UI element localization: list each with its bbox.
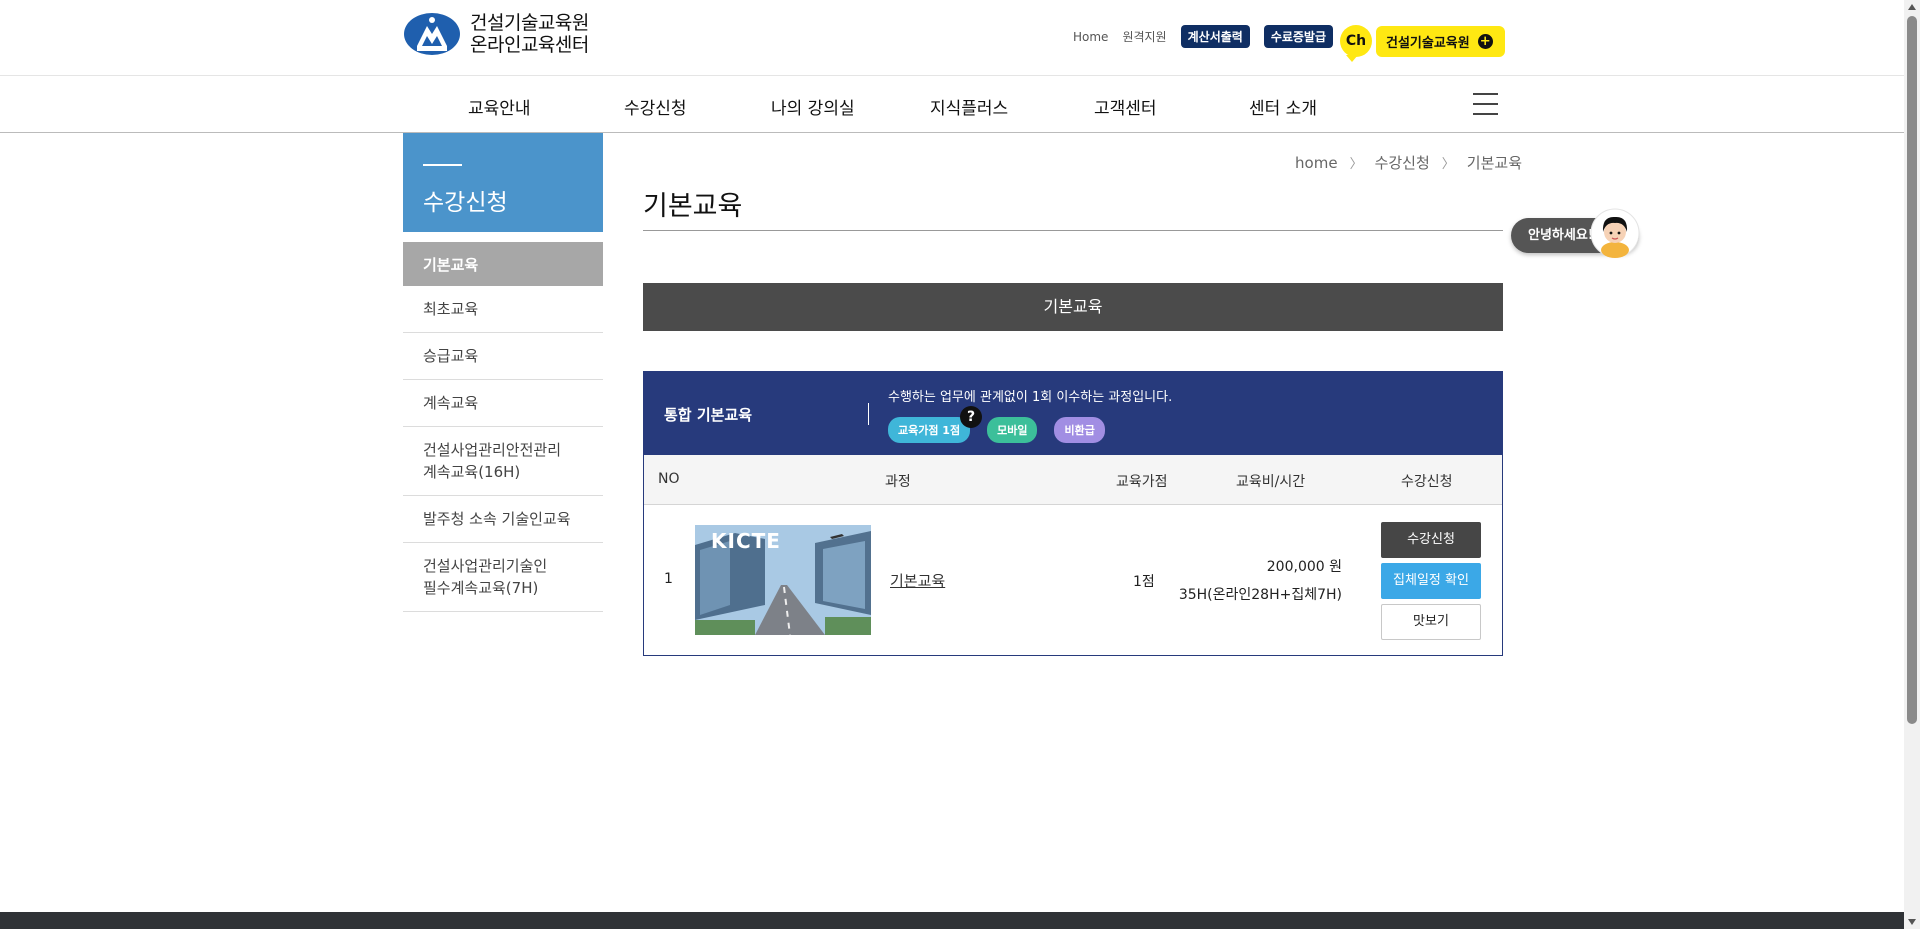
- nav-item-about[interactable]: 센터 소개: [1249, 94, 1317, 119]
- column-course: 과정: [885, 474, 911, 490]
- column-enroll: 수강신청: [1401, 474, 1453, 490]
- sidebar-item-safety-continuing[interactable]: 건설사업관리안전관리 계속교육(16H): [403, 427, 603, 496]
- nav-item-knowledge-plus[interactable]: 지식플러스: [930, 94, 1008, 119]
- hamburger-menu-icon[interactable]: [1473, 93, 1498, 115]
- main-nav: 교육안내 수강신청 나의 강의실 지식플러스 고객센터 센터 소개: [0, 77, 1904, 133]
- nav-item-customer-center[interactable]: 고객센터: [1094, 94, 1157, 119]
- course-tags: 교육가점 1점 ? 모바일 비환급: [888, 406, 1122, 443]
- sidebar-item-basic[interactable]: 기본교육: [403, 242, 603, 286]
- breadcrumb-home[interactable]: home: [1295, 154, 1338, 172]
- course-points: 1점: [1133, 574, 1155, 590]
- chevron-right-icon: 〉: [1441, 157, 1455, 172]
- sidebar-item-promotion[interactable]: 승급교육: [403, 333, 603, 380]
- row-number: 1: [664, 571, 673, 587]
- course-description: 수행하는 업무에 관계없이 1회 이수하는 과정입니다.: [888, 390, 1173, 405]
- column-fee-hours: 교육비/시간: [1236, 474, 1306, 490]
- chevron-right-icon: 〉: [1349, 157, 1363, 172]
- home-link[interactable]: Home: [1073, 30, 1108, 44]
- preview-button[interactable]: 맛보기: [1381, 604, 1481, 640]
- sidebar-item-mandatory-continuing[interactable]: 건설사업관리기술인 필수계속교육(7H): [403, 543, 603, 612]
- enroll-button[interactable]: 수강신청: [1381, 522, 1481, 558]
- tag-points-label: 교육가점 1점: [898, 424, 961, 437]
- chatbot-avatar-icon[interactable]: [1590, 208, 1640, 258]
- sidebar-item-initial[interactable]: 최초교육: [403, 286, 603, 333]
- sidebar-item-continuing[interactable]: 계속교육: [403, 380, 603, 427]
- kakao-channel-button[interactable]: 건설기술교육원 +: [1376, 25, 1505, 57]
- course-table: 통합 기본교육 수행하는 업무에 관계없이 1회 이수하는 과정입니다. 교육가…: [643, 371, 1503, 656]
- nav-item-enroll[interactable]: 수강신청: [624, 94, 687, 119]
- course-title-link[interactable]: 기본교육: [890, 570, 945, 591]
- sidebar-header-divider: [423, 164, 462, 166]
- invoice-print-button[interactable]: 계산서출력: [1180, 25, 1250, 48]
- table-row: 1 KICTE 기본교육 1점 200,000 원 35H(온라인28H+집체7…: [644, 505, 1502, 655]
- plus-icon: +: [1477, 33, 1493, 49]
- schedule-check-button[interactable]: 집체일정 확인: [1381, 563, 1481, 599]
- kakao-ch-icon: Ch: [1340, 25, 1372, 62]
- sidebar-item-client-engineer[interactable]: 발주청 소속 기술인교육: [403, 496, 603, 543]
- utility-links: Home 원격지원 계산서출력 수료증발급: [1073, 25, 1334, 48]
- course-hours: 35H(온라인28H+집체7H): [1178, 587, 1342, 603]
- section-header: 기본교육: [643, 283, 1503, 331]
- breadcrumb: home 〉 수강신청 〉 기본교육: [1295, 152, 1522, 173]
- table-header: NO 과정 교육가점 교육비/시간 수강신청: [644, 455, 1502, 505]
- kakao-channel[interactable]: Ch 건설기술교육원 +: [1340, 25, 1505, 62]
- title-divider: [643, 230, 1503, 231]
- tag-non-refund: 비환급: [1054, 417, 1105, 443]
- nav-item-my-classroom[interactable]: 나의 강의실: [771, 94, 855, 119]
- logo-line-1: 건설기술교육원: [470, 12, 589, 34]
- help-question-icon[interactable]: ?: [960, 406, 983, 428]
- course-fee: 200,000 원: [1266, 559, 1342, 575]
- thumbnail-logo-text: KICTE: [711, 529, 781, 553]
- scrollbar-thumb[interactable]: [1907, 16, 1917, 724]
- kicte-emblem-icon: [404, 13, 460, 55]
- scroll-down-arrow-icon[interactable]: [1908, 919, 1916, 925]
- course-header-divider: [868, 403, 869, 425]
- course-thumbnail[interactable]: KICTE: [695, 525, 871, 635]
- breadcrumb-current: 기본교육: [1466, 154, 1522, 172]
- course-header: 통합 기본교육 수행하는 업무에 관계없이 1회 이수하는 과정입니다. 교육가…: [644, 372, 1502, 455]
- logo-line-2: 온라인교육센터: [470, 34, 589, 56]
- site-logo[interactable]: 건설기술교육원 온라인교육센터: [403, 12, 589, 56]
- course-category-name: 통합 기본교육: [664, 406, 753, 424]
- column-points: 교육가점: [1116, 474, 1168, 490]
- page-title: 기본교육: [643, 191, 743, 222]
- top-bar: 건설기술교육원 온라인교육센터 Home 원격지원 계산서출력 수료증발급 Ch…: [0, 0, 1904, 76]
- tag-mobile: 모바일: [987, 417, 1038, 443]
- sidebar-title: 수강신청: [423, 190, 508, 216]
- footer: [0, 912, 1904, 929]
- sidebar-menu: 기본교육 최초교육 승급교육 계속교육 건설사업관리안전관리 계속교육(16H)…: [403, 242, 603, 612]
- page-scrollbar[interactable]: [1904, 0, 1920, 929]
- logo-text: 건설기술교육원 온라인교육센터: [470, 12, 589, 56]
- kakao-channel-label: 건설기술교육원: [1386, 35, 1470, 51]
- sidebar-header: 수강신청: [403, 133, 603, 232]
- nav-item-guide[interactable]: 교육안내: [468, 94, 531, 119]
- column-no: NO: [658, 471, 680, 487]
- breadcrumb-enroll[interactable]: 수강신청: [1375, 152, 1430, 173]
- tag-points: 교육가점 1점 ?: [888, 406, 983, 443]
- certificate-issue-button[interactable]: 수료증발급: [1263, 25, 1334, 48]
- remote-support-link[interactable]: 원격지원: [1122, 28, 1166, 45]
- scroll-up-arrow-icon[interactable]: [1908, 4, 1916, 10]
